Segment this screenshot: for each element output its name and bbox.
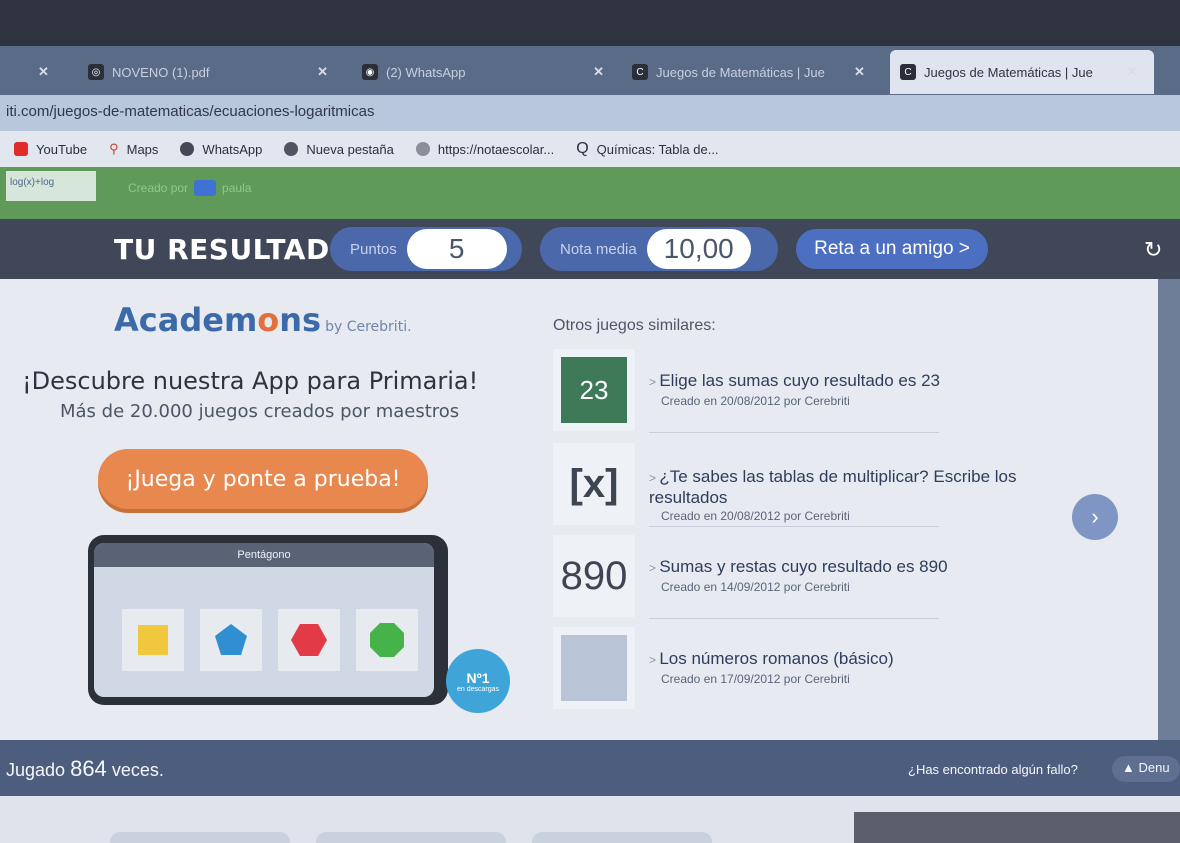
whatsapp-icon: ◉: [362, 64, 378, 80]
play-count-bar: Jugado 864 veces. ¿Has encontrado algún …: [0, 740, 1180, 796]
points-pill: Puntos 5: [330, 227, 522, 271]
next-arrow-button[interactable]: ›: [1072, 494, 1118, 540]
youtube-icon: [14, 142, 28, 156]
close-icon[interactable]: ✕: [854, 64, 865, 80]
address-bar[interactable]: iti.com/juegos-de-matematicas/ecuaciones…: [0, 95, 1180, 131]
search-icon: Q: [576, 140, 589, 157]
tab-juegos-1[interactable]: C Juegos de Matemáticas | Jue ✕: [622, 54, 884, 90]
game-title[interactable]: ¿Te sabes las tablas de multiplicar? Esc…: [649, 467, 1019, 526]
globe-icon: [284, 142, 299, 156]
game-thumbnail: 23: [553, 349, 635, 431]
similar-games-title: Otros juegos similares:: [553, 317, 716, 334]
average-value: 10,00: [646, 229, 751, 269]
list-item[interactable]: Los números romanos (básico)Creado en 17…: [553, 627, 1013, 711]
phone-title: Pentágono: [94, 543, 434, 567]
globe-icon: ◎: [88, 64, 104, 80]
report-button[interactable]: ▲ Denu: [1112, 756, 1180, 782]
square-shape: [122, 609, 184, 671]
side-panel: [1158, 279, 1180, 740]
game-header: log(x)+log Creado por paula: [0, 167, 1180, 219]
close-icon[interactable]: ✕: [317, 64, 328, 80]
academons-logo[interactable]: Academons by Cerebriti.: [114, 301, 412, 339]
result-label: TU RESULTADO:: [114, 233, 366, 266]
site-icon: [415, 142, 430, 156]
hexagon-shape: [278, 609, 340, 671]
play-button[interactable]: ¡Juega y ponte a prueba!: [98, 449, 428, 509]
bookmarks-bar: YouTube ⚲ Maps WhatsApp Nueva pestaña htt…: [0, 131, 1180, 167]
created-by: Creado por paula: [128, 180, 252, 196]
game-title[interactable]: Los números romanos (básico)Creado en 17…: [649, 649, 1019, 689]
close-icon[interactable]: ✕: [1127, 64, 1138, 80]
warning-icon: ▲: [1122, 760, 1135, 775]
tab-noveno-pdf[interactable]: ◎ NOVENO (1).pdf ✕: [78, 54, 338, 90]
challenge-friend-button[interactable]: Reta a un amigo >: [796, 229, 988, 269]
tab-whatsapp[interactable]: ◉ (2) WhatsApp ✕: [352, 54, 614, 90]
bookmark-youtube[interactable]: YouTube: [14, 142, 87, 157]
list-item[interactable]: 890 Sumas y restas cuyo resultado es 890…: [553, 535, 1013, 619]
bookmark-maps[interactable]: ⚲ Maps: [109, 141, 158, 157]
list-item[interactable]: 23 Elige las sumas cuyo resultado es 23C…: [553, 349, 1013, 433]
octagon-shape: [356, 609, 418, 671]
bookmark-quimicas[interactable]: Q Químicas: Tabla de...: [576, 140, 718, 158]
points-value: 5: [406, 229, 507, 269]
game-thumbnail: log(x)+log: [6, 171, 96, 201]
url-text: iti.com/juegos-de-matematicas/ecuaciones…: [6, 103, 375, 120]
game-title[interactable]: Elige las sumas cuyo resultado es 23Crea…: [649, 371, 1019, 411]
reload-icon[interactable]: ↻: [1144, 237, 1162, 263]
author-link[interactable]: paula: [222, 181, 251, 195]
map-pin-icon: ⚲: [109, 141, 119, 156]
close-icon[interactable]: ✕: [593, 64, 604, 80]
average-pill: Nota media 10,00: [540, 227, 778, 271]
bookmark-nueva-pestana[interactable]: Nueva pestaña: [284, 142, 394, 157]
game-thumbnail: [553, 627, 635, 709]
game-thumbnail: [x]: [553, 443, 635, 525]
promo-headline: ¡Descubre nuestra App para Primaria!: [22, 367, 479, 395]
game-thumbnail: 890: [553, 535, 635, 617]
bookmark-notaescolar[interactable]: https://notaescolar...: [415, 142, 554, 157]
promo-subtitle: Más de 20.000 juegos creados por maestro…: [60, 401, 460, 422]
rank-badge: Nº1 en descargas: [446, 649, 510, 713]
game-title[interactable]: Sumas y restas cuyo resultado es 890Crea…: [649, 557, 1019, 597]
result-bar: TU RESULTADO: Puntos 5 Nota media 10,00 …: [0, 219, 1180, 279]
main-content: Academons by Cerebriti. ¡Descubre nuestra…: [0, 279, 1158, 740]
ad-image: [854, 812, 1180, 843]
cerebriti-icon: C: [632, 64, 648, 80]
bookmark-whatsapp[interactable]: WhatsApp: [180, 142, 262, 157]
cerebriti-icon: C: [900, 64, 916, 80]
bug-question: ¿Has encontrado algún fallo?: [908, 762, 1078, 777]
pentagon-shape: [200, 609, 262, 671]
whatsapp-icon: [180, 142, 195, 156]
tab-juegos-active[interactable]: C Juegos de Matemáticas | Jue ✕: [890, 50, 1154, 94]
tab-close-button[interactable]: ✕: [20, 54, 59, 90]
avatar[interactable]: [194, 180, 217, 196]
play-count: Jugado 864 veces.: [6, 756, 164, 781]
page-bottom: [0, 796, 1180, 843]
phone-mockup: Pentágono: [88, 535, 448, 705]
list-item[interactable]: [x] ¿Te sabes las tablas de multiplicar?…: [553, 443, 1017, 527]
